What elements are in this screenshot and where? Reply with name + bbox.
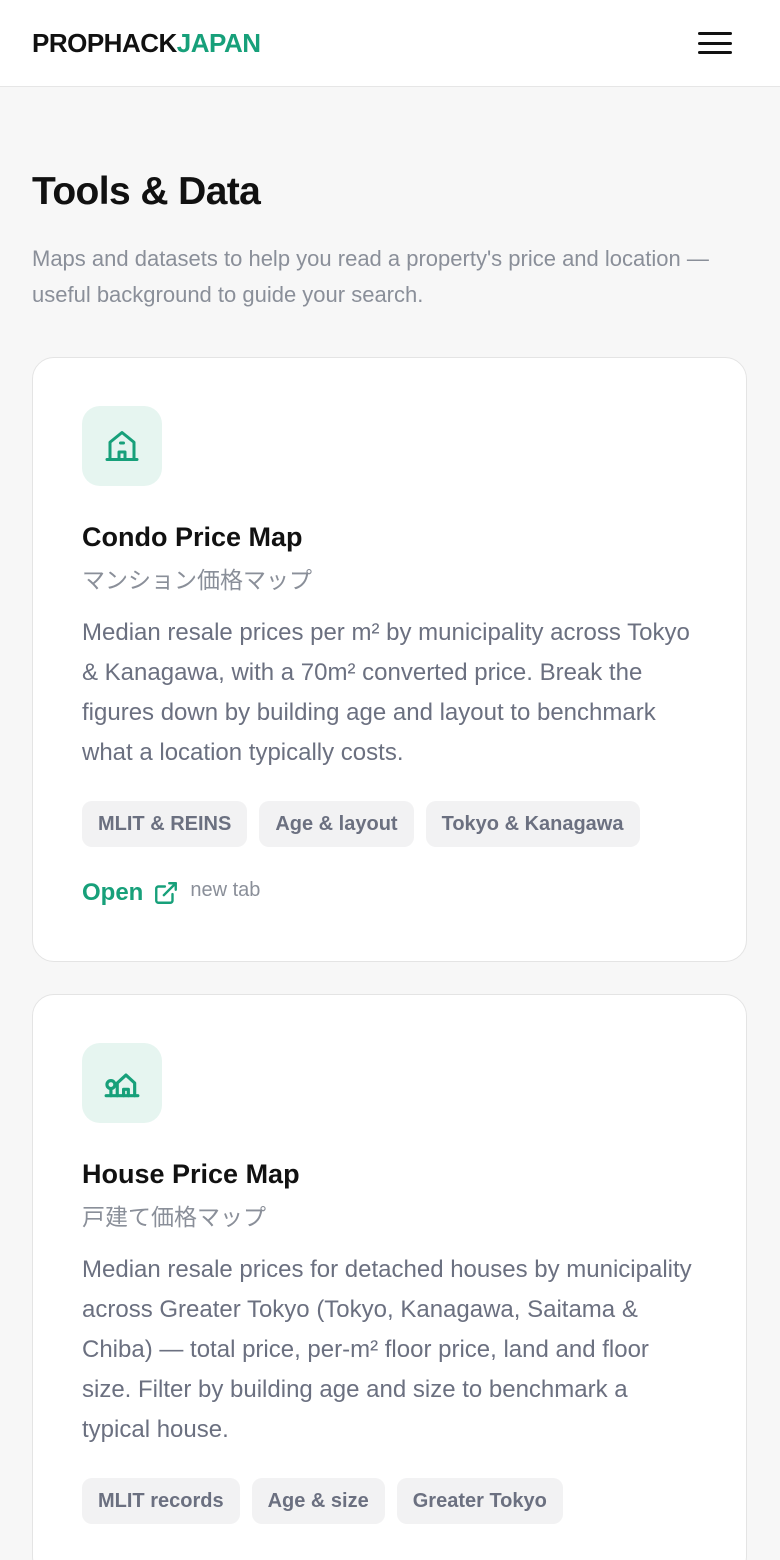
page-subtitle: Maps and datasets to help you read a pro…: [32, 246, 709, 307]
tool-card-condo-price-map: Condo Price Map マンション価格マップ Median resale…: [32, 357, 747, 962]
tag: MLIT & REINS: [82, 801, 248, 847]
main-content: Tools & Data Maps and datasets to help y…: [0, 169, 780, 1560]
card-tags: MLIT records Age & size Greater Tokyo: [82, 1478, 697, 1524]
tag: Tokyo & Kanagawa: [425, 801, 640, 847]
card-jp-title: 戸建て価格マップ: [82, 1204, 266, 1230]
house-icon: [82, 406, 162, 486]
open-link[interactable]: Open: [82, 879, 179, 907]
card-jp-title: マンション価格マップ: [82, 567, 312, 593]
site-logo[interactable]: PROPHACKJAPAN: [32, 28, 261, 59]
card-title: House Price Map: [82, 1159, 300, 1189]
hamburger-menu-icon[interactable]: [696, 28, 734, 58]
tag: Age & size: [251, 1478, 385, 1524]
menu-bar: [698, 32, 732, 35]
menu-bar: [698, 51, 732, 54]
menu-bar: [698, 41, 732, 45]
logo-text-prophack: PROPHACK: [32, 27, 177, 58]
tag: Age & layout: [259, 801, 414, 847]
tag: Greater Tokyo: [396, 1478, 563, 1524]
logo-text-japan: JAPAN: [176, 27, 261, 58]
card-tags: MLIT & REINS Age & layout Tokyo & Kanaga…: [82, 801, 697, 847]
open-row: Open new tab: [82, 879, 697, 907]
open-label: Open: [82, 879, 144, 906]
house-tree-icon: [82, 1043, 162, 1123]
page-title: Tools & Data: [32, 170, 261, 213]
site-header: PROPHACKJAPAN: [0, 0, 780, 87]
card-description: Median resale prices per m² by municipal…: [82, 619, 690, 766]
new-tab-label: new tab: [190, 878, 261, 901]
tag: MLIT records: [82, 1478, 240, 1524]
tool-card-house-price-map: House Price Map 戸建て価格マップ Median resale p…: [32, 994, 747, 1560]
external-link-icon: [155, 882, 178, 904]
card-title: Condo Price Map: [82, 522, 303, 552]
card-description: Median resale prices for detached houses…: [82, 1256, 692, 1443]
